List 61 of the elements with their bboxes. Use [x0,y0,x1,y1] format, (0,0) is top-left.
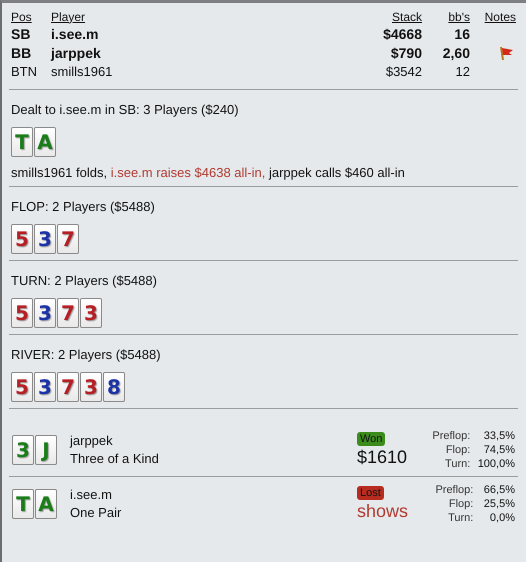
playing-card: J [35,434,57,464]
column-header: Player [51,10,86,24]
street-title: TURN: 2 Players ($5488) [11,272,158,290]
player-name: jarppek [70,433,114,448]
big-blinds-count: 16 [453,26,470,42]
stack-amount: $790 [390,44,422,60]
street-title: RIVER: 2 Players ($5488) [11,346,162,364]
equity-label: Turn: [447,510,474,524]
playing-card: 3 [34,298,56,328]
playing-card: 5 [11,224,33,254]
street-title: FLOP: 2 Players ($5488) [11,198,156,216]
big-blinds-count: 12 [454,64,470,79]
playing-card: 3 [12,434,34,464]
playing-card: 7 [57,372,79,402]
stack-amount: $4668 [382,26,422,42]
playing-card: 7 [57,298,79,328]
flag-icon[interactable] [498,44,514,60]
player-name: smills1961 [51,64,114,79]
playing-card: 3 [80,298,102,328]
equity-value: 25,5% [482,496,515,510]
equity-value: 100,0% [476,456,515,470]
hand-rank: Three of a Kind [70,451,160,466]
playing-card: 3 [34,224,56,254]
result-amount: $1610 [357,446,408,468]
column-header: Notes [484,10,516,24]
playing-card: 3 [34,372,56,402]
position-label: BTN [11,64,38,79]
playing-card: 8 [103,372,125,402]
equity-value: 33,5% [482,428,515,442]
column-header: Pos [11,10,33,24]
playing-card: 5 [11,298,33,328]
playing-card: 3 [80,372,102,402]
hand-rank: One Pair [70,505,122,520]
equity-value: 0,0% [488,510,515,524]
playing-card: A [34,127,56,157]
equity-value: 66,5% [482,482,515,496]
player-name: i.see.m [70,487,113,502]
playing-card: T [12,488,34,518]
equity-label: Flop: [444,442,470,456]
street-title: Dealt to i.see.m in SB: 3 Players ($240) [11,101,240,119]
stack-amount: $3542 [384,64,422,79]
big-blinds-count: 2,60 [442,44,470,60]
equity-label: Preflop: [431,428,470,442]
player-name: jarppek [51,44,102,60]
equity-label: Turn: [444,456,470,470]
player-name: i.see.m [51,26,100,42]
playing-card: 5 [11,372,33,402]
playing-card: 7 [57,224,79,254]
playing-card: A [35,488,57,518]
column-header: Stack [390,10,422,24]
equity-value: 74,5% [482,442,515,456]
position-label: BB [11,44,32,60]
column-header: bb's [447,10,470,24]
equity-label: Flop: [448,496,474,510]
outcome-badge: Won [357,432,386,446]
action-text: smills1961 folds, i.see.m raises $4638 all-in, jarppek calls $460 all-in [11,165,406,180]
result-amount: shows [357,500,408,522]
equity-label: Preflop: [434,482,474,496]
outcome-badge: Lost [357,486,384,500]
playing-card: T [11,127,33,157]
position-label: SB [11,26,32,42]
